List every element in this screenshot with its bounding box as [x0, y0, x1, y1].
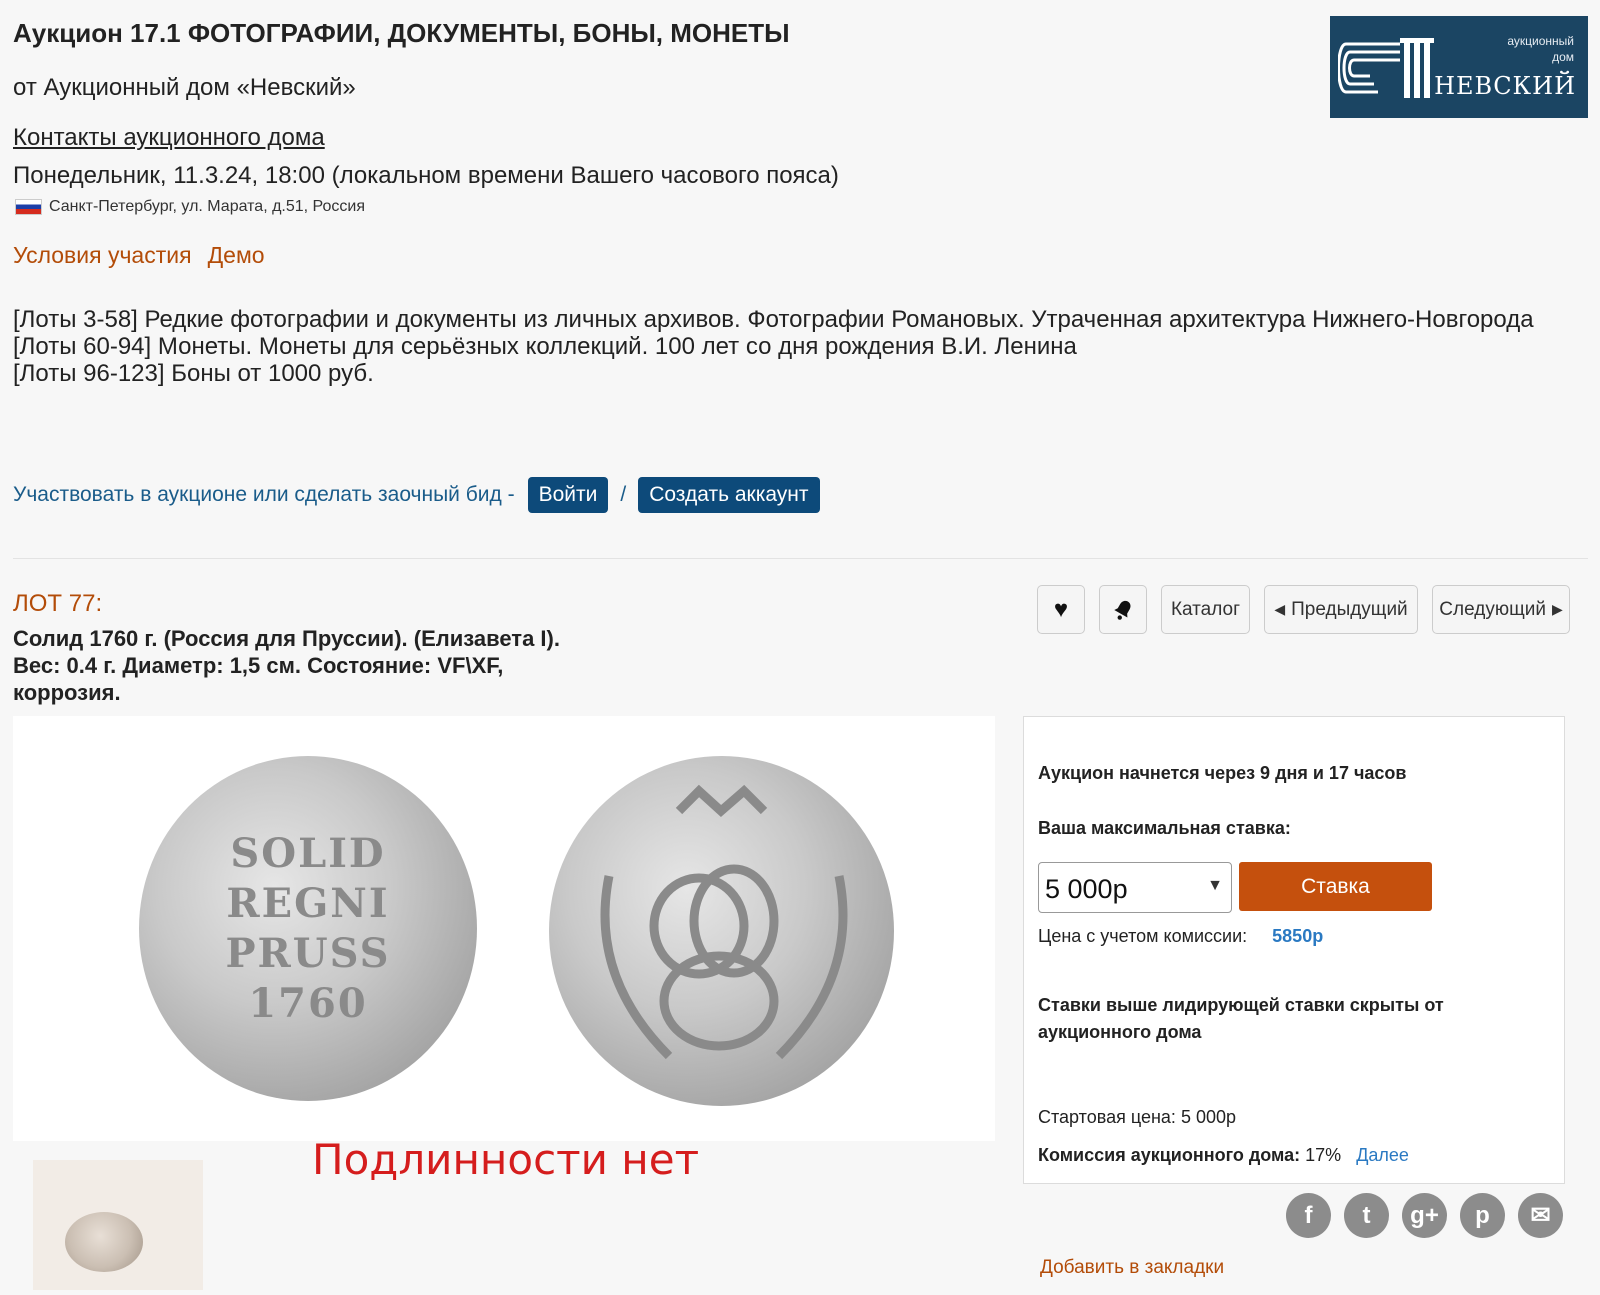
- auction-house-logo[interactable]: аукционный дом НЕВСКИЙ: [1330, 16, 1588, 118]
- start-price-label: Стартовая цена:: [1038, 1107, 1176, 1127]
- coin-inscription-line: SOLID: [230, 829, 386, 877]
- previous-label: Предыдущий: [1291, 598, 1408, 620]
- auction-house-name: от Аукционный дом «Невский»: [13, 74, 356, 101]
- email-share-button[interactable]: ✉: [1518, 1193, 1563, 1238]
- coin-inscription-line: PRUSS: [225, 929, 391, 977]
- googleplus-share-button[interactable]: g+: [1402, 1193, 1447, 1238]
- next-label: Следующий: [1439, 598, 1546, 620]
- price-with-commission: Цена с учетом комиссии: 5850р: [1038, 926, 1323, 947]
- logo-name: НЕВСКИЙ: [1434, 72, 1576, 100]
- coin-inscription-line: 1760: [248, 979, 368, 1027]
- login-button[interactable]: Войти: [527, 477, 609, 513]
- caret-right-icon: ▶: [1551, 601, 1563, 617]
- coin-obverse: SOLID REGNI PRUSS 1760: [139, 756, 477, 1101]
- commission-label: Комиссия аукционного дома:: [1038, 1145, 1301, 1165]
- hidden-bids-note: Ставки выше лидирующей ставки скрыты от …: [1038, 995, 1444, 1042]
- logo-subtitle: аукционный дом: [1507, 33, 1574, 65]
- monogram-icon: [600, 784, 848, 1060]
- logo-line1: аукционный: [1507, 34, 1574, 48]
- next-button[interactable]: Следующий ▶: [1432, 585, 1570, 634]
- more-link[interactable]: Далее: [1356, 1145, 1409, 1165]
- pinterest-share-button[interactable]: p: [1460, 1193, 1505, 1238]
- max-bid-label: Ваша максимальная ставка:: [1038, 818, 1291, 838]
- start-price: Стартовая цена: 5 000р: [1038, 1107, 1236, 1128]
- lot-image-inner: SOLID REGNI PRUSS 1760: [89, 716, 919, 1141]
- catalog-label: Каталог: [1170, 598, 1241, 620]
- participate-text: Участвовать в аукционе или сделать заочн…: [13, 483, 515, 506]
- bid-panel: Аукцион начнется через 9 дня и 17 часов …: [1023, 716, 1565, 1184]
- price-with-commission-value: 5850р: [1272, 926, 1324, 946]
- description-line: [Лоты 60-94] Монеты. Монеты для серьёзны…: [13, 333, 1077, 360]
- start-price-value: 5 000р: [1180, 1107, 1236, 1127]
- coin-inscription-line: REGNI: [226, 879, 390, 927]
- conditions-link[interactable]: Условия участия: [13, 242, 192, 269]
- email-icon: ✉: [1530, 1202, 1551, 1229]
- coin-reverse: [549, 756, 894, 1106]
- twitter-icon: t: [1362, 1201, 1371, 1229]
- notify-button[interactable]: [1099, 585, 1147, 634]
- add-bookmark-link[interactable]: Добавить в закладки: [1040, 1257, 1224, 1279]
- separator: /: [620, 483, 627, 506]
- lot-title: Солид 1760 г. (Россия для Пруссии). (Ели…: [13, 626, 560, 705]
- demo-link[interactable]: Демо: [208, 242, 265, 269]
- coin-obverse-inscription: SOLID REGNI PRUSS 1760: [139, 756, 477, 1101]
- description-line: [Лоты 3-58] Редкие фотографии и документ…: [13, 306, 1534, 333]
- favorite-button[interactable]: ♥: [1037, 585, 1085, 634]
- caret-left-icon: ◀: [1274, 601, 1286, 617]
- bell-icon: [1114, 600, 1131, 620]
- commission-value: 17%: [1305, 1145, 1342, 1165]
- pinterest-icon: p: [1475, 1201, 1490, 1229]
- lot-thumbnail[interactable]: [33, 1160, 203, 1290]
- authenticity-watermark: Подлинности нет: [312, 1135, 700, 1184]
- twitter-share-button[interactable]: t: [1344, 1193, 1389, 1238]
- address-text: Санкт-Петербург, ул. Марата, д.51, Росси…: [49, 198, 366, 215]
- previous-button[interactable]: ◀ Предыдущий: [1264, 585, 1418, 634]
- heart-icon: ♥: [1053, 595, 1069, 623]
- description-line: [Лоты 96-123] Боны от 1000 руб.: [13, 360, 374, 387]
- facebook-icon: f: [1304, 1201, 1313, 1229]
- logo-line2: дом: [1552, 50, 1574, 64]
- auction-title: Аукцион 17.1 ФОТОГРАФИИ, ДОКУМЕНТЫ, БОНЫ…: [13, 18, 790, 48]
- place-bid-button[interactable]: Ставка: [1239, 862, 1432, 911]
- lot-number: ЛОТ 77:: [13, 590, 103, 617]
- russia-flag-icon: [15, 199, 42, 215]
- register-button[interactable]: Создать аккаунт: [638, 477, 820, 513]
- price-with-commission-label: Цена с учетом комиссии:: [1038, 926, 1248, 946]
- lot-image[interactable]: SOLID REGNI PRUSS 1760: [13, 716, 995, 1141]
- section-divider: [13, 558, 1588, 559]
- googleplus-icon: g+: [1410, 1201, 1439, 1229]
- max-bid-select[interactable]: 5 000р ▼: [1038, 862, 1232, 913]
- auction-countdown: Аукцион начнется через 9 дня и 17 часов: [1038, 763, 1407, 783]
- contacts-link[interactable]: Контакты аукционного дома: [13, 124, 325, 152]
- auction-links: Условия участия Демо: [13, 242, 265, 269]
- max-bid-value: 5 000р: [1045, 874, 1128, 904]
- facebook-share-button[interactable]: f: [1286, 1193, 1331, 1238]
- catalog-button[interactable]: Каталог: [1161, 585, 1250, 634]
- participate-bar: Участвовать в аукционе или сделать заочн…: [13, 477, 820, 513]
- auction-date: Понедельник, 11.3.24, 18:00 (локальном в…: [13, 162, 839, 189]
- chevron-down-icon: ▼: [1207, 877, 1223, 894]
- auction-address: Санкт-Петербург, ул. Марата, д.51, Росси…: [15, 198, 365, 216]
- thumbnail-coin: [65, 1212, 143, 1272]
- commission: Комиссия аукционного дома: 17% Далее: [1038, 1145, 1409, 1166]
- auction-description: [Лоты 3-58] Редкие фотографии и документ…: [13, 306, 1588, 387]
